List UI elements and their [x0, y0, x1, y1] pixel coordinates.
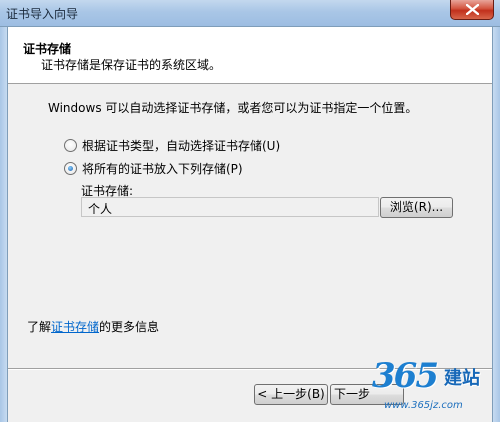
radio-auto-label: 根据证书类型，自动选择证书存储(U)	[82, 138, 281, 153]
close-button[interactable]	[450, 0, 494, 20]
watermark-url: www.365jz.com	[384, 400, 463, 411]
store-field: 个人	[81, 197, 379, 217]
info-prefix: 了解	[27, 320, 52, 334]
page-title: 证书存储	[23, 42, 72, 56]
watermark-number: 365	[372, 356, 439, 396]
back-button[interactable]: < 上一步(B)	[254, 384, 328, 405]
watermark-text: 建站	[444, 368, 480, 389]
info-line: 了解 证书存储 的更多信息	[27, 318, 159, 335]
title-bar[interactable]: 证书导入向导	[0, 0, 500, 27]
radio-button-auto[interactable]	[64, 138, 77, 152]
radio-button-manual[interactable]	[64, 161, 77, 175]
wizard-header: 证书存储 证书存储是保存证书的系统区域。	[8, 27, 492, 84]
window-frame-left	[0, 27, 7, 422]
page-subtitle: 证书存储是保存证书的系统区域。	[41, 58, 222, 72]
intro-text: Windows 可以自动选择证书存储，或者您可以为证书指定一个位置。	[48, 101, 418, 115]
browse-button[interactable]: 浏览(R)...	[380, 197, 453, 218]
window-title: 证书导入向导	[6, 7, 79, 21]
info-link[interactable]: 证书存储	[51, 318, 99, 335]
info-suffix: 的更多信息	[99, 320, 160, 334]
radio-manual-label: 将所有的证书放入下列存储(P)	[82, 161, 243, 176]
watermark-logo: 365 建站 www.365jz.com	[370, 356, 500, 422]
radio-auto-select[interactable]: 根据证书类型，自动选择证书存储(U)	[64, 137, 280, 153]
close-icon	[466, 4, 479, 15]
radio-manual-store[interactable]: 将所有的证书放入下列存储(P)	[64, 160, 243, 176]
